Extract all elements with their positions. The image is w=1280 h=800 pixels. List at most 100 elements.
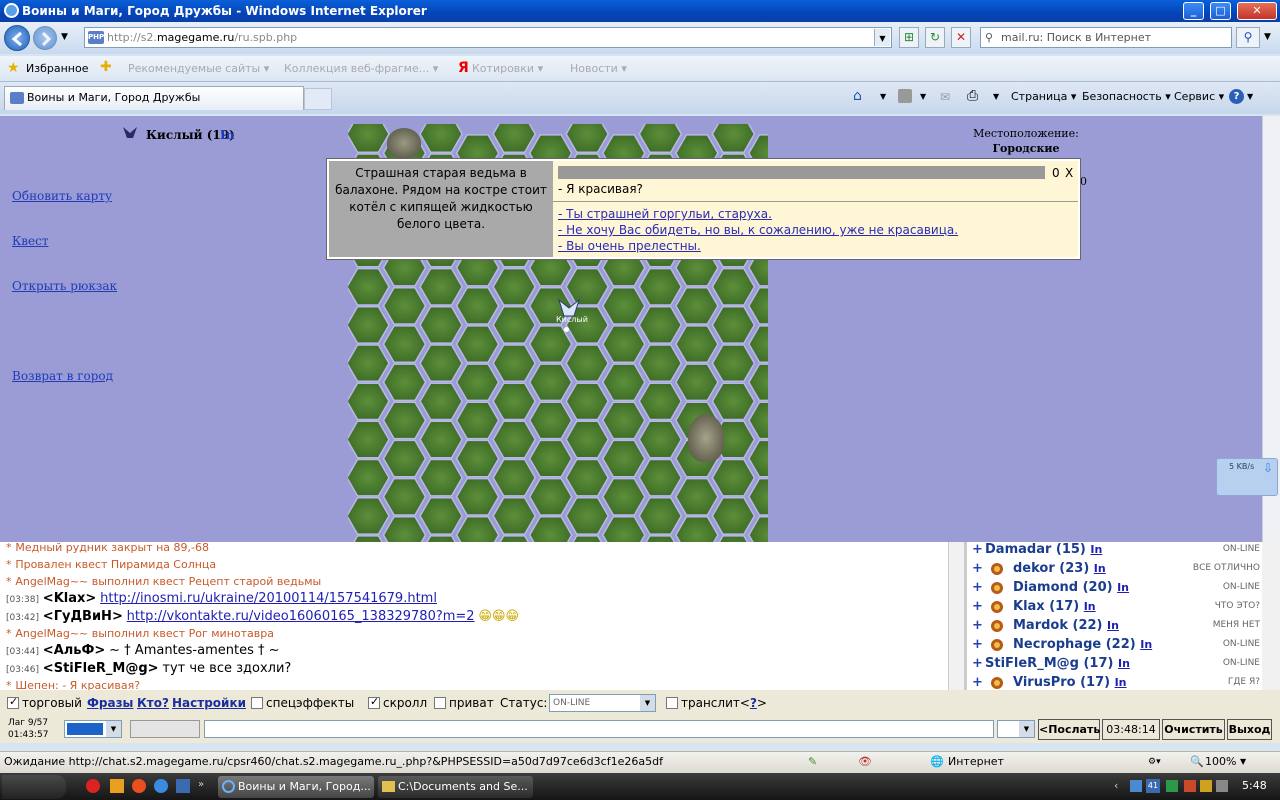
rss-icon[interactable] (898, 89, 912, 103)
tray-icon[interactable] (1130, 780, 1142, 792)
map-hex[interactable] (455, 325, 500, 363)
map-hex[interactable] (348, 124, 390, 153)
privacy-icon[interactable]: 👁 (858, 752, 872, 772)
stop-icon[interactable]: ✕ (951, 27, 971, 48)
help-dropdown-icon[interactable]: ▼ (1247, 92, 1253, 101)
map-hex[interactable] (711, 458, 756, 497)
user-row[interactable]: + Necrophage (22) In ON-LINE (970, 637, 1262, 656)
map-hex[interactable] (528, 439, 573, 478)
map-hex[interactable] (601, 363, 646, 402)
map-hex[interactable] (711, 306, 756, 344)
task-ie[interactable]: Воины и Маги, Город... (218, 776, 374, 798)
map-hex[interactable] (675, 325, 719, 363)
settings-link[interactable]: Настройки (172, 696, 246, 710)
trade-checkbox[interactable]: ✓ (7, 695, 19, 709)
chat-log[interactable]: * Медный рудник закрыт на 89,-68 * Провал… (0, 542, 948, 690)
chat-message-input[interactable] (204, 720, 994, 738)
map-hex[interactable] (455, 439, 500, 478)
map-hex[interactable] (419, 420, 463, 459)
taskbar-clock[interactable]: 5:48 (1242, 779, 1267, 792)
user-name[interactable]: VirusPro (17) (1013, 675, 1110, 690)
map-hex[interactable] (455, 286, 500, 325)
expand-user-icon[interactable]: + (972, 637, 983, 652)
map-hex[interactable] (528, 401, 573, 440)
map-hex[interactable] (748, 286, 768, 325)
color-select[interactable]: ▼ (64, 720, 122, 738)
refresh-icon[interactable]: ↻ (925, 27, 945, 48)
map-hex[interactable] (638, 420, 683, 459)
map-hex[interactable] (638, 267, 683, 306)
user-info-link[interactable]: In (1140, 638, 1152, 651)
map-hex[interactable] (492, 496, 537, 535)
smiley-select[interactable]: ▼ (997, 720, 1035, 738)
map-hex[interactable] (382, 439, 427, 478)
scroll-checkbox[interactable]: ✓ (368, 695, 380, 709)
quicklaunch-icon[interactable] (110, 779, 124, 793)
user-row[interactable]: + VirusPro (17) In ГДЕ Я? (970, 675, 1262, 694)
map-hex[interactable] (565, 420, 610, 459)
rss-dropdown-icon[interactable]: ▼ (920, 92, 926, 101)
answer-option-2[interactable]: - Не хочу Вас обидеть, но вы, к сожалени… (558, 223, 958, 237)
send-button[interactable]: <Послать (1038, 719, 1100, 740)
map-hex[interactable] (419, 382, 463, 421)
zoom-level[interactable]: 100% (1205, 752, 1236, 772)
user-name[interactable]: Diamond (20) (1013, 580, 1113, 595)
map-hex[interactable] (382, 516, 427, 542)
exit-button[interactable]: Выход (1227, 719, 1272, 740)
map-hex[interactable] (638, 124, 683, 153)
map-hex[interactable] (638, 344, 683, 383)
map-hex[interactable] (675, 516, 719, 542)
map-hex[interactable] (748, 477, 768, 516)
expand-user-icon[interactable]: + (972, 580, 983, 595)
user-row[interactable]: + Klax (17) In ЧТО ЭТО? (970, 599, 1262, 618)
map-hex[interactable] (382, 325, 427, 363)
map-hex[interactable] (675, 477, 719, 516)
map-hex[interactable] (565, 496, 610, 535)
who-link[interactable]: Кто? (137, 696, 169, 710)
map-hex[interactable] (348, 420, 390, 459)
tab-active[interactable]: Воины и Маги, Город Дружбы (4, 86, 304, 110)
map-hex[interactable] (492, 306, 537, 344)
map-hex[interactable] (565, 458, 610, 497)
quicklaunch-expand-icon[interactable]: » (198, 779, 204, 790)
map-hex[interactable] (675, 363, 719, 402)
map-hex[interactable] (601, 477, 646, 516)
address-dropdown-icon[interactable]: ▼ (874, 29, 890, 46)
address-input[interactable]: PHP http://s2.magegame.ru/ru.spb.php ▼ (84, 27, 892, 48)
close-window-button[interactable]: ✕ (1237, 2, 1277, 20)
map-hex[interactable] (748, 439, 768, 478)
map-hex[interactable] (601, 325, 646, 363)
map-hex[interactable] (419, 458, 463, 497)
map-hex[interactable] (455, 516, 500, 542)
map-hex[interactable] (638, 382, 683, 421)
fav-recommended-sites[interactable]: Рекомендуемые сайты ▾ (128, 62, 269, 75)
zoom-icon[interactable]: 🔍 (1190, 752, 1204, 772)
expand-user-icon[interactable]: + (972, 675, 983, 690)
map-hex[interactable] (455, 363, 500, 402)
expand-user-icon[interactable]: + (972, 599, 983, 614)
zoom-dropdown-icon[interactable]: ▼ (1240, 752, 1246, 772)
map-hex[interactable] (492, 124, 537, 153)
mail-icon[interactable]: ✉ (940, 90, 950, 104)
map-hex[interactable] (528, 477, 573, 516)
back-button[interactable] (4, 25, 30, 51)
map-hex[interactable] (711, 124, 756, 153)
dialog-close-button[interactable]: X (1065, 166, 1073, 180)
chat-nick[interactable]: ГуДВиН (54, 609, 112, 624)
print-dropdown-icon[interactable]: ▼ (993, 92, 999, 101)
add-favorite-icon[interactable]: ✚ (100, 59, 112, 75)
user-name[interactable]: dekor (23) (1013, 561, 1089, 576)
map-hex[interactable] (419, 306, 463, 344)
home-dropdown-icon[interactable]: ▼ (880, 92, 886, 101)
map-hex[interactable] (638, 306, 683, 344)
map-hex[interactable] (711, 496, 756, 535)
expand-user-icon[interactable]: + (972, 561, 983, 576)
user-name[interactable]: StiFleR_M@g (17) (985, 656, 1113, 671)
map-hex[interactable] (455, 401, 500, 440)
quicklaunch-icon[interactable] (86, 779, 100, 793)
map-hex[interactable] (748, 363, 768, 402)
map-hex[interactable] (748, 325, 768, 363)
compat-view-icon[interactable]: ⊞ (899, 27, 919, 48)
new-tab-button[interactable] (304, 88, 332, 110)
map-hex[interactable] (492, 420, 537, 459)
